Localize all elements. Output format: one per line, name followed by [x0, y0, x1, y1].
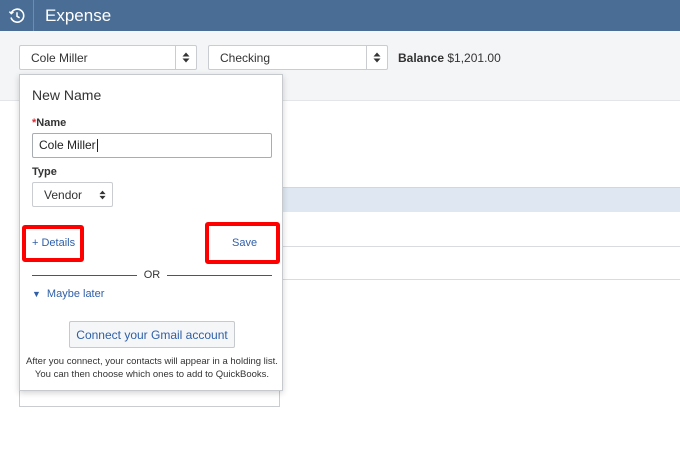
underlying-field [19, 391, 280, 407]
divider-line [32, 274, 137, 276]
sort-arrows-icon [366, 46, 387, 69]
save-button[interactable]: Save [232, 237, 257, 249]
page-title: Expense [45, 5, 112, 25]
maybe-later-label: Maybe later [46, 288, 105, 300]
text-caret [96, 139, 98, 153]
balance-label: Balance [398, 51, 445, 65]
gmail-note-line: You can then choose which ones to add to… [34, 369, 270, 380]
triangle-down-icon: ▼ [32, 289, 41, 299]
table-header-row [280, 187, 680, 212]
name-input[interactable]: Cole Miller [32, 133, 272, 158]
sort-arrows-icon [92, 190, 112, 200]
sort-arrows-icon [175, 46, 196, 69]
name-label-text: Name [36, 117, 67, 129]
name-input-value: Cole Miller [39, 138, 96, 152]
account-select[interactable]: Checking [208, 45, 388, 70]
table-divider [280, 246, 680, 247]
table-divider [280, 279, 680, 280]
divider-line [167, 274, 272, 276]
payee-select[interactable]: Cole Miller [19, 45, 197, 70]
type-select-value: Vendor [44, 187, 83, 202]
details-link[interactable]: + Details [32, 237, 75, 249]
top-bar: Expense [0, 0, 680, 31]
payee-select-value: Cole Miller [31, 50, 88, 65]
popup-heading: New Name [32, 87, 102, 103]
or-text: OR [143, 269, 161, 281]
gmail-note: After you connect, your contacts will ap… [24, 355, 280, 381]
gmail-note-line: After you connect, your contacts will ap… [26, 356, 278, 367]
balance-value: $1,201.00 [447, 51, 501, 65]
or-divider: OR [32, 268, 272, 282]
type-label: Type [32, 166, 57, 178]
connect-gmail-button[interactable]: Connect your Gmail account [69, 321, 235, 348]
type-select[interactable]: Vendor [32, 182, 113, 207]
new-name-popup: New Name *Name Cole Miller Type Vendor +… [19, 74, 283, 391]
account-select-value: Checking [220, 50, 271, 65]
name-label: *Name [32, 117, 66, 129]
maybe-later-toggle[interactable]: ▼ Maybe later [32, 288, 104, 300]
balance-display: Balance $1,201.00 [398, 51, 501, 65]
clock-history-icon[interactable] [0, 0, 34, 31]
